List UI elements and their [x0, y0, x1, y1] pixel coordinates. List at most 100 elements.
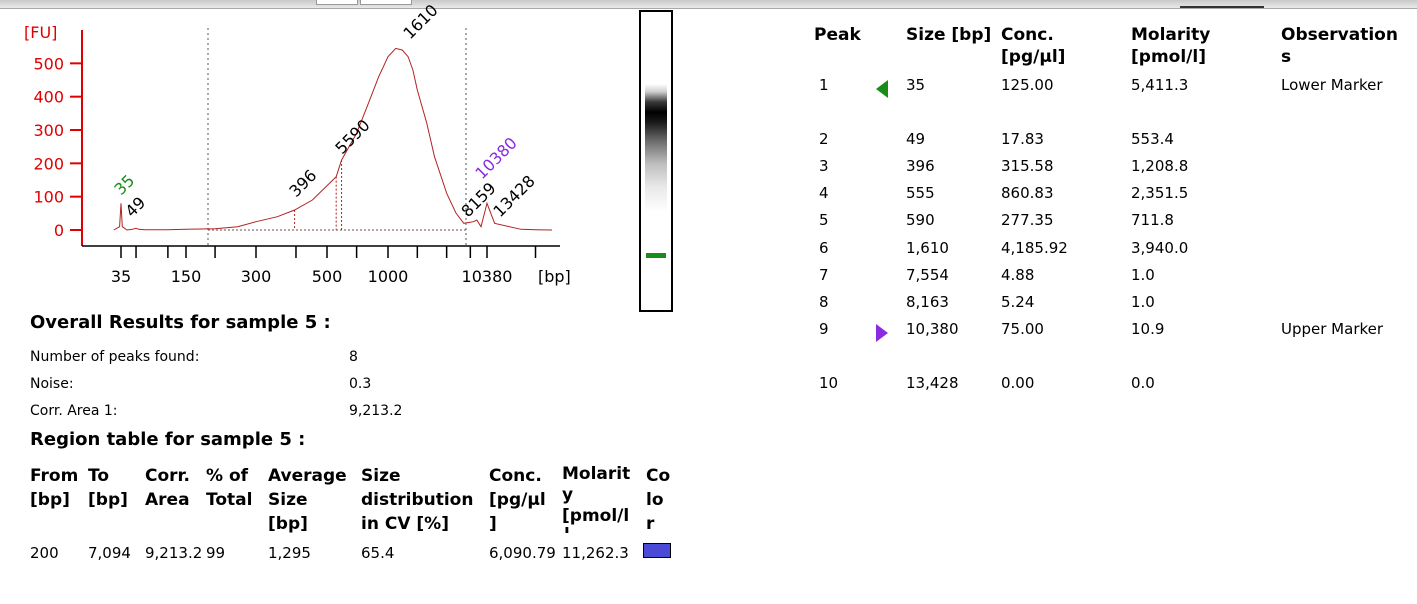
peak-cell-molarity: 1.0	[1131, 293, 1155, 311]
x-tick-label: 1000	[368, 267, 409, 286]
overall-results-title: Overall Results for sample 5 :	[30, 312, 331, 333]
peak-cell-molarity: 711.8	[1131, 211, 1174, 229]
peak-cell-size: 49	[906, 130, 926, 148]
x-tick-label: 300	[241, 267, 272, 286]
peak-cell-conc: 277.35	[1001, 211, 1054, 229]
peak-cell-molarity: 2,351.5	[1131, 184, 1189, 202]
region-header-to: To [bp]	[88, 466, 128, 510]
peak-cell-size: 13,428	[906, 374, 959, 392]
y-tick-label: 0	[54, 221, 64, 240]
peak-cell-number: 2	[819, 130, 829, 148]
peak-cell-number: 8	[819, 293, 829, 311]
region-header-corr-area: Corr. Area	[145, 466, 190, 510]
region-cell-from: 200	[30, 544, 59, 562]
y-tick-label: 100	[33, 188, 64, 207]
overall-label-peaks: Number of peaks found:	[30, 349, 200, 365]
lower-marker-icon	[876, 80, 888, 98]
gel-lane	[639, 10, 673, 312]
peak-cell-conc: 75.00	[1001, 320, 1044, 338]
region-header-molarity: Molarity[pmol/l]	[562, 464, 631, 533]
peak-cell-number: 4	[819, 184, 829, 202]
region-cell-pct-total: 99	[206, 544, 226, 562]
y-tick-label: 300	[33, 121, 64, 140]
peak-cell-size: 1,610	[906, 239, 949, 257]
peak-cell-conc: 17.83	[1001, 130, 1044, 148]
lower-marker-band	[646, 253, 666, 258]
peak-cell-number: 3	[819, 157, 829, 175]
region-header-avg-size: Average Size [bp]	[268, 466, 347, 534]
peak-cell-observation: Lower Marker	[1281, 76, 1383, 94]
peak-cell-conc: 4.88	[1001, 266, 1035, 284]
peak-label: 1610	[399, 1, 441, 43]
region-color-swatch[interactable]	[643, 543, 671, 558]
peak-cell-molarity: 3,940.0	[1131, 239, 1189, 257]
overall-label-noise: Noise:	[30, 376, 74, 392]
peak-header-observations: Observation s	[1281, 25, 1398, 67]
y-tick-label: 400	[33, 88, 64, 107]
upper-marker-icon	[876, 324, 888, 342]
peak-cell-number: 6	[819, 239, 829, 257]
x-tick-label: 150	[171, 267, 202, 286]
peak-cell-observation: Upper Marker	[1281, 320, 1384, 338]
peak-cell-conc: 0.00	[1001, 374, 1035, 392]
region-lines	[207, 28, 467, 246]
overall-label-corr-area: Corr. Area 1:	[30, 403, 118, 419]
region-header-from: From [bp]	[30, 466, 79, 510]
peak-cell-conc: 5.24	[1001, 293, 1035, 311]
region-cell-molarity: 11,262.3	[562, 544, 629, 562]
region-header-size-distribution: Size distribution in CV [%]	[361, 466, 474, 534]
peak-cell-conc: 4,185.92	[1001, 239, 1068, 257]
scroll-indicator	[1180, 6, 1264, 8]
y-ticks: 500 400 300 200 100 0	[33, 54, 82, 240]
region-cell-conc: 6,090.79	[489, 544, 556, 562]
peak-cell-molarity: 553.4	[1131, 130, 1174, 148]
electropherogram-svg: [FU] [bp] 5004003002001000 35 150 300 500 10…	[24, 1, 571, 286]
peak-header-size: Size [bp]	[906, 25, 992, 45]
region-header-color: Co lo r	[646, 466, 671, 534]
y-tick-label: 500	[33, 54, 64, 73]
peak-cell-molarity: 1,208.8	[1131, 157, 1189, 175]
peak-cell-number: 9	[819, 320, 829, 338]
peak-label: 10380	[471, 133, 520, 182]
peak-header-molarity: Molarity [pmol/l]	[1131, 25, 1211, 67]
peak-cell-size: 35	[906, 76, 926, 94]
peak-cell-number: 10	[819, 374, 839, 392]
peak-cell-molarity: 10.9	[1131, 320, 1165, 338]
peak-label: 8159	[457, 179, 499, 221]
peak-cell-conc: 125.00	[1001, 76, 1054, 94]
peak-cell-size: 8,163	[906, 293, 949, 311]
x-ticks: 35 150 300 500 1000 10380	[111, 246, 537, 286]
region-cell-corr-area: 9,213.2	[145, 544, 203, 562]
peak-cell-molarity: 1.0	[1131, 266, 1155, 284]
peak-header-conc: Conc. [pg/µl]	[1001, 25, 1066, 67]
peak-cell-size: 396	[906, 157, 935, 175]
bp-axis-label: [bp]	[538, 267, 571, 286]
peak-label: 49	[121, 193, 149, 221]
region-cell-avg-size: 1,295	[268, 544, 311, 562]
peak-cell-conc: 860.83	[1001, 184, 1054, 202]
x-tick-label: 35	[111, 267, 131, 286]
peak-cell-number: 1	[819, 76, 829, 94]
sample-smear	[645, 84, 667, 212]
region-cell-size-distribution: 65.4	[361, 544, 395, 562]
y-tick-label: 200	[33, 154, 64, 173]
peak-label: 13428	[489, 171, 538, 220]
peak-header-peak: Peak	[814, 25, 861, 45]
overall-value-peaks: 8	[349, 349, 358, 365]
x-tick-label: 500	[312, 267, 343, 286]
region-table-title: Region table for sample 5 :	[30, 429, 306, 450]
overall-value-noise: 0.3	[349, 376, 372, 392]
overall-value-corr-area: 9,213.2	[349, 403, 403, 419]
peak-cell-conc: 315.58	[1001, 157, 1054, 175]
fu-axis-label: [FU]	[24, 23, 57, 42]
region-header-pct-total: % of Total	[206, 466, 253, 510]
region-header-conc: Conc. [pg/µl]	[489, 466, 546, 534]
peak-cell-size: 555	[906, 184, 935, 202]
peak-cell-molarity: 0.0	[1131, 374, 1155, 392]
peak-cell-number: 7	[819, 266, 829, 284]
peak-cell-size: 7,554	[906, 266, 949, 284]
peak-cell-size: 10,380	[906, 320, 959, 338]
region-cell-to: 7,094	[88, 544, 131, 562]
peak-label: 396	[285, 166, 320, 201]
x-tick-label: 10380	[462, 267, 513, 286]
